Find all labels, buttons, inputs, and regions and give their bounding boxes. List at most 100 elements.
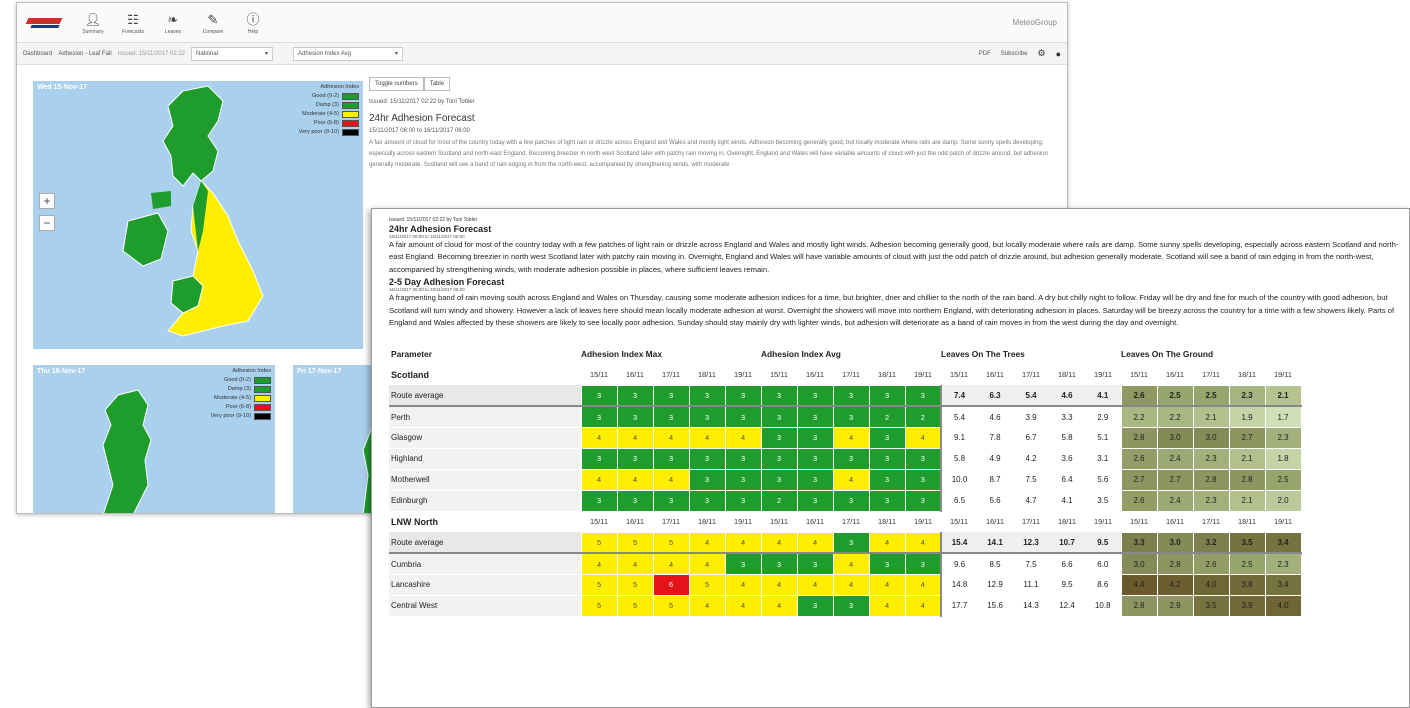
leaves-ground-cell: 3.5 (1228, 531, 1266, 554)
date-header: 18/11 (698, 517, 716, 527)
leaves-ground-cell: 2.1 (1228, 489, 1266, 512)
table-row[interactable]: Central West 5 5 5 4 4 4 3 3 4 4 17.7 15.6 14.3 12.4 10… (389, 594, 1302, 617)
date-header: 18/11 (698, 370, 716, 380)
date-header: 16/11 (1166, 517, 1184, 527)
leaves-trees-cell: 6.5 (940, 490, 977, 512)
leaves-trees-cell: 5.1 (1097, 433, 1109, 443)
zoom-in-button[interactable]: + (39, 193, 55, 209)
forecast-detail-window: Issued: 15/11/2017 02:22 by Toni Tobler … (371, 208, 1410, 708)
leaves-ground-cell: 2.6 (1120, 447, 1158, 470)
adhesion-max-cell: 4 (616, 552, 654, 575)
user-icon[interactable]: ● (1056, 49, 1061, 59)
date-header: 17/11 (662, 370, 680, 380)
table-button[interactable]: Table (423, 77, 451, 91)
adhesion-max-cell: 3 (652, 384, 690, 407)
table-row[interactable]: Cumbria 4 4 4 4 3 3 3 4 3 3 9.6 8.5 7.5 6.6 6.0 3.0 2.8 2.… (389, 552, 1302, 575)
leaves-trees-cell: 7.5 (1025, 475, 1037, 485)
adhesion-avg-cell: 4 (796, 531, 834, 554)
date-header: 16/11 (806, 370, 824, 380)
leaves-trees-cell: 11.1 (1023, 580, 1039, 590)
toggle-numbers-button[interactable]: Toggle numbers (369, 77, 424, 91)
forecast-title: 24hr Adhesion Forecast (369, 113, 475, 124)
adhesion-max-cell: 3 (688, 447, 726, 470)
leaves-ground-cell: 2.1 (1192, 405, 1230, 428)
leaves-trees-cell: 10.8 (1094, 601, 1111, 611)
nav-compare[interactable]: ✎ Compare (195, 11, 231, 35)
table-row[interactable]: Motherwell 4 4 4 3 3 3 3 4 3 3 10.0 8.7 7.5 6.4 5.6 2.7 2… (389, 468, 1302, 491)
adhesion-map-main[interactable]: Wed 15-Nov-17 Adhesion Index Good (0-2) … (33, 81, 363, 349)
date-header: 19/11 (914, 517, 932, 527)
adhesion-map-day2[interactable]: Thu 16-Nov-17 Adhesion Index Good (0-2) … (33, 365, 275, 513)
nav-leaves[interactable]: ❧ Leaves (155, 11, 191, 35)
adhesion-avg-cell: 3 (904, 552, 942, 575)
adhesion-max-cell: 5 (652, 531, 690, 554)
leaves-trees-cell: 10.0 (940, 469, 977, 491)
row-label: Edinburgh (389, 490, 581, 512)
leaf-icon: ❧ (167, 11, 179, 27)
forecast-24hr-title: 24hr Adhesion Forecast (389, 224, 492, 234)
pdf-link[interactable]: PDF (979, 51, 991, 57)
breadcrumb-dashboard[interactable]: Dashboard (23, 51, 52, 57)
nav-forecasts[interactable]: ☷ Forecasts (115, 11, 151, 35)
chart-icon: ☷ (127, 11, 139, 27)
leaves-ground-cell: 3.8 (1228, 573, 1266, 596)
adhesion-avg-cell: 4 (904, 531, 942, 554)
adhesion-avg-cell: 4 (832, 573, 870, 596)
adhesion-max-cell: 4 (688, 531, 726, 554)
adhesion-avg-cell: 4 (832, 426, 870, 449)
leaves-ground-cell: 1.8 (1264, 447, 1302, 470)
adhesion-max-cell: 4 (688, 594, 726, 617)
row-label: Highland (389, 448, 581, 470)
date-header: 19/11 (914, 370, 932, 380)
table-row[interactable]: Lancashire 5 5 6 5 4 4 4 4 4 4 14.8 12.9 11.1 9.5 8.6 4.… (389, 573, 1302, 596)
adhesion-max-cell: 3 (652, 489, 690, 512)
adhesion-max-cell: 3 (616, 489, 654, 512)
settings-icon[interactable]: ⚙ (1037, 48, 1045, 59)
adhesion-avg-cell: 4 (904, 594, 942, 617)
table-row[interactable]: Highland 3 3 3 3 3 3 3 3 3 3 5.8 4.9 4.2 3.6 3.1 2.6 2.4 2… (389, 447, 1302, 470)
table-row[interactable]: Edinburgh 3 3 3 3 3 2 3 3 3 3 6.5 5.6 4.7 4.1 3.5 2.6 2.4… (389, 489, 1302, 512)
leaves-ground-cell: 2.4 (1156, 447, 1194, 470)
adhesion-avg-cell: 3 (760, 405, 798, 428)
parameter-select[interactable]: Adhesion Index Avg ▾ (293, 46, 404, 61)
leaves-trees-cell: 2.9 (1097, 412, 1109, 422)
table-row[interactable]: Route average 3 3 3 3 3 3 3 3 3 3 7.4 6.3 5.4 4.6 4.1 2.… (389, 384, 1302, 407)
leaves-trees-cell: 5.8 (1061, 433, 1073, 443)
leaves-ground-cell: 2.7 (1228, 426, 1266, 449)
region-select[interactable]: National ▾ (191, 46, 274, 61)
table-row[interactable]: Perth 3 3 3 3 3 3 3 3 2 2 5.4 4.6 3.9 3.3 2.9 2.2 2.2 2.1 1… (389, 405, 1302, 428)
leaves-ground-cell: 2.3 (1228, 384, 1266, 407)
nav-help[interactable]: ⓘ Help (235, 11, 271, 35)
adhesion-avg-cell: 3 (904, 384, 942, 407)
forecast-dates: 15/11/2017 06:00 to 16/11/2017 06:00 (369, 128, 470, 134)
leaves-trees-cell: 9.5 (1085, 532, 1121, 554)
subscribe-link[interactable]: Subscribe (1001, 51, 1028, 57)
table-row[interactable]: Glasgow 4 4 4 4 4 3 3 4 3 4 9.1 7.8 6.7 5.8 5.1 2.8 3.0 3.… (389, 426, 1302, 449)
app-logo[interactable] (25, 14, 63, 32)
chevron-down-icon: ▾ (395, 51, 399, 57)
leaves-trees-cell: 6.3 (977, 385, 1013, 407)
adhesion-avg-cell: 3 (904, 468, 942, 491)
leaves-ground-cell: 2.1 (1264, 384, 1302, 407)
leaves-ground-cell: 2.7 (1120, 468, 1158, 491)
leaves-trees-cell: 5.4 (1013, 385, 1049, 407)
leaves-ground-cell: 4.2 (1156, 573, 1194, 596)
date-header: 19/11 (1094, 370, 1112, 380)
date-header: 16/11 (806, 517, 824, 527)
row-label: Cumbria (389, 553, 581, 575)
forecast-panel-preview: Toggle numbers Table Issued: 15/11/2017 … (369, 77, 1065, 171)
adhesion-avg-cell: 3 (796, 552, 834, 575)
adhesion-avg-cell: 4 (760, 594, 798, 617)
leaves-ground-cell: 2.3 (1192, 447, 1230, 470)
table-row[interactable]: Route average 5 5 5 4 4 4 4 3 4 4 15.4 14.1 12.3 10.7 9… (389, 531, 1302, 554)
adhesion-avg-cell: 4 (868, 594, 906, 617)
zoom-out-button[interactable]: − (39, 215, 55, 231)
adhesion-avg-cell: 3 (832, 384, 870, 407)
adhesion-avg-cell: 3 (868, 552, 906, 575)
date-header: 18/11 (878, 517, 896, 527)
nav-summary[interactable]: 👤︎ Summary (75, 11, 111, 35)
leaves-ground-cell: 3.4 (1264, 573, 1302, 596)
leaves-trees-cell: 5.6 (989, 496, 1001, 506)
section-row: Scotland 15/11 16/11 17/11 18/11 19/11 15/11 16… (389, 364, 1301, 385)
date-header: 15/11 (590, 517, 608, 527)
